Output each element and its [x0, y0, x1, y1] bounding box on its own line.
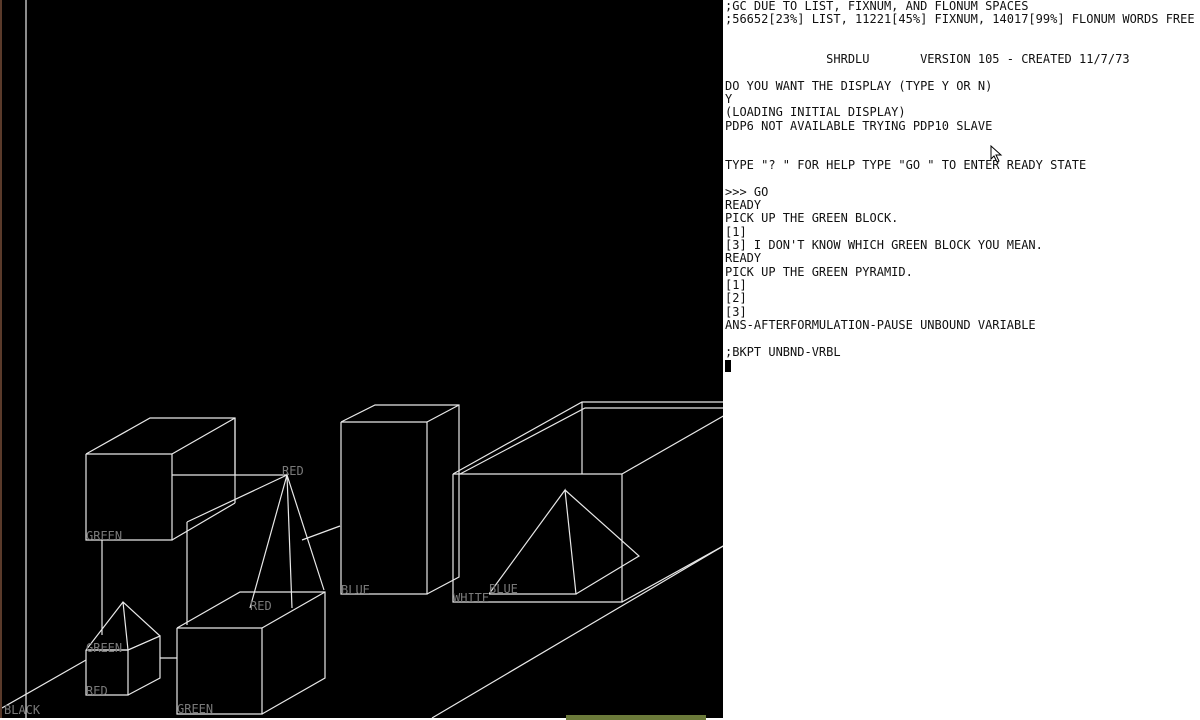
terminal-line: DO YOU WANT THE DISPLAY (TYPE Y OR N)	[725, 79, 993, 93]
terminal-line: PDP6 NOT AVAILABLE TRYING PDP10 SLAVE	[725, 119, 993, 133]
label-green-block-bottom: GREEN	[177, 702, 213, 716]
terminal-line: ;BKPT UNBND-VRBL	[725, 345, 841, 359]
text-cursor[interactable]	[725, 360, 731, 372]
terminal-line: [3] I DON'T KNOW WHICH GREEN BLOCK YOU M…	[725, 238, 1043, 252]
label-green-pyramid: GREEN	[86, 641, 122, 655]
table-outline	[2, 0, 723, 718]
label-black-table: BLACK	[4, 703, 41, 717]
label-red-pyramid-base: RED	[250, 599, 272, 613]
terminal-line: TYPE "? " FOR HELP TYPE "GO " TO ENTER R…	[725, 158, 1087, 172]
terminal-line: PICK UP THE GREEN PYRAMID.	[725, 265, 913, 279]
label-red-pyramid: RED	[282, 464, 304, 478]
terminal-line: PICK UP THE GREEN BLOCK.	[725, 211, 899, 225]
label-blue-block: BLUE	[341, 583, 370, 597]
terminal-line: READY	[725, 251, 762, 265]
terminal-line: (LOADING INITIAL DISPLAY)	[725, 105, 906, 119]
blue-pyramid	[488, 488, 641, 595]
taskbar-fragment	[566, 715, 706, 720]
label-green-large: GREEN	[86, 529, 122, 543]
label-white-box: WHITE	[453, 591, 489, 605]
green-block-large	[85, 417, 236, 541]
terminal-line: [2]	[725, 291, 747, 305]
label-blue-pyramid: BLUE	[489, 582, 518, 596]
terminal-line: ANS-AFTERFORMULATION-PAUSE UNBOUND VARIA…	[725, 318, 1036, 332]
label-red-block: RED	[86, 684, 108, 698]
shrdlu-block-world-display: GREEN RED BLUE WHITE BLUE RED GREEN RED …	[0, 0, 723, 718]
block-world-scene: GREEN RED BLUE WHITE BLUE RED GREEN RED …	[2, 0, 723, 718]
white-box	[452, 401, 723, 603]
terminal-console[interactable]: ;GC DUE TO LIST, FIXNUM, AND FLONUM SPAC…	[723, 0, 1200, 720]
blue-block-tall	[340, 404, 460, 595]
terminal-title-line: SHRDLU VERSION 105 - CREATED 11/7/73	[725, 52, 1130, 66]
terminal-line: ;56652[23%] LIST, 11221[45%] FIXNUM, 140…	[725, 12, 1195, 26]
red-pyramid-tall	[186, 472, 325, 609]
mouse-pointer-icon	[990, 145, 1003, 163]
